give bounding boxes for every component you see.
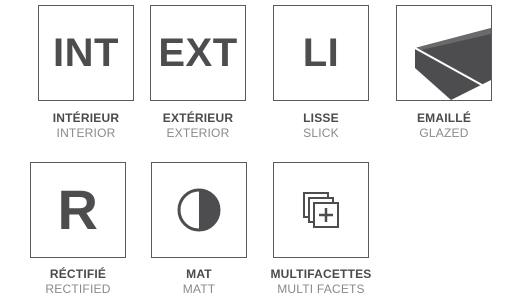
- slick-glyph: LI: [302, 31, 340, 75]
- half-circle-matt-icon: [177, 188, 221, 232]
- slick-label-en: SLICK: [303, 126, 339, 140]
- glazed-surface-icon: [414, 28, 491, 100]
- interior-tile: INT: [38, 5, 134, 101]
- interior-glyph: INT: [53, 31, 119, 75]
- rectified-tile: R: [30, 162, 126, 258]
- stacked-squares-plus-icon: [303, 192, 339, 228]
- multifacets-label-fr: MULTIFACETTES: [270, 267, 372, 281]
- glazed-label-en: GLAZED: [419, 126, 469, 140]
- rectified-label-en: RECTIFIED: [45, 282, 111, 296]
- multifacets-tile: [273, 162, 369, 258]
- rectified-glyph: R: [57, 178, 99, 241]
- matt-label-en: MATT: [182, 282, 216, 296]
- exterior-tile: EXT: [150, 5, 246, 101]
- feature-multifacets: MULTIFACETTES MULTI FACETS: [261, 162, 381, 299]
- slick-tile: LI: [273, 5, 369, 101]
- interior-label-en: INTERIOR: [56, 126, 116, 140]
- feature-interior: INT INTÉRIEUR INTERIOR: [26, 5, 146, 145]
- feature-matt: MAT MATT: [139, 162, 259, 299]
- feature-glazed: EMAILLÉ GLAZED: [384, 5, 504, 145]
- exterior-label-fr: EXTÉRIEUR: [162, 111, 234, 125]
- glazed-tile: [396, 5, 492, 101]
- multifacets-label-en: MULTI FACETS: [277, 282, 365, 296]
- feature-exterior: EXT EXTÉRIEUR EXTERIOR: [138, 5, 258, 145]
- matt-tile: [151, 162, 247, 258]
- interior-label-fr: INTÉRIEUR: [52, 111, 120, 125]
- product-features-legend: INT INTÉRIEUR INTERIOR EXT EXTÉRIEUR EXT…: [0, 0, 511, 299]
- slick-label-fr: LISSE: [303, 111, 339, 125]
- rectified-label-fr: RÉCTIFIÉ: [49, 267, 107, 281]
- feature-rectified: R RÉCTIFIÉ RECTIFIED: [18, 162, 138, 299]
- exterior-glyph: EXT: [158, 31, 238, 75]
- matt-label-fr: MAT: [186, 267, 212, 281]
- glazed-label-fr: EMAILLÉ: [416, 111, 472, 125]
- feature-slick: LI LISSE SLICK: [261, 5, 381, 145]
- exterior-label-en: EXTERIOR: [166, 126, 230, 140]
